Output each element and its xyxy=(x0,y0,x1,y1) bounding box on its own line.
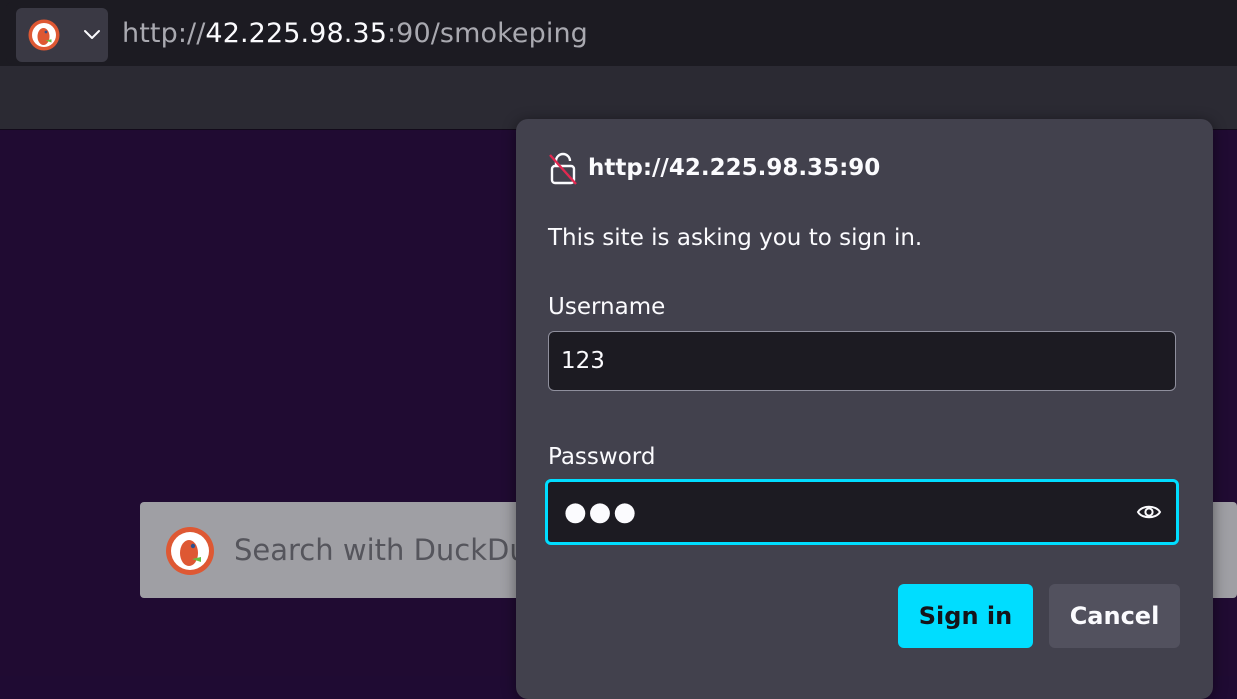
username-label: Username xyxy=(548,294,666,320)
show-password-eye-icon[interactable] xyxy=(1136,502,1162,522)
password-label: Password xyxy=(548,444,656,470)
username-field[interactable] xyxy=(548,331,1176,391)
url-text[interactable]: http://42.225.98.35:90/smokeping xyxy=(122,14,588,54)
url-bar[interactable]: http://42.225.98.35:90/smokeping xyxy=(6,2,1237,64)
search-placeholder: Search with DuckDu xyxy=(234,533,528,567)
sign-in-button[interactable]: Sign in xyxy=(898,584,1033,648)
username-input[interactable] xyxy=(549,332,1175,390)
duckduckgo-icon xyxy=(28,19,60,51)
dialog-origin: http://42.225.98.35:90 xyxy=(588,155,881,181)
password-input[interactable] xyxy=(548,482,1176,542)
auth-dialog: http://42.225.98.35:90 This site is aski… xyxy=(516,119,1213,699)
duckduckgo-icon xyxy=(166,527,214,575)
insecure-lock-icon xyxy=(549,152,577,185)
url-scheme: http:// xyxy=(122,18,206,49)
navigation-bar: http://42.225.98.35:90/smokeping xyxy=(0,0,1237,66)
dialog-message: This site is asking you to sign in. xyxy=(548,225,923,251)
password-field[interactable] xyxy=(545,479,1179,545)
search-engine-button[interactable] xyxy=(16,8,108,62)
cancel-button[interactable]: Cancel xyxy=(1049,584,1180,648)
url-host: 42.225.98.35 xyxy=(205,18,387,49)
chevron-down-icon xyxy=(84,30,100,39)
url-path: :90/smokeping xyxy=(386,18,588,49)
